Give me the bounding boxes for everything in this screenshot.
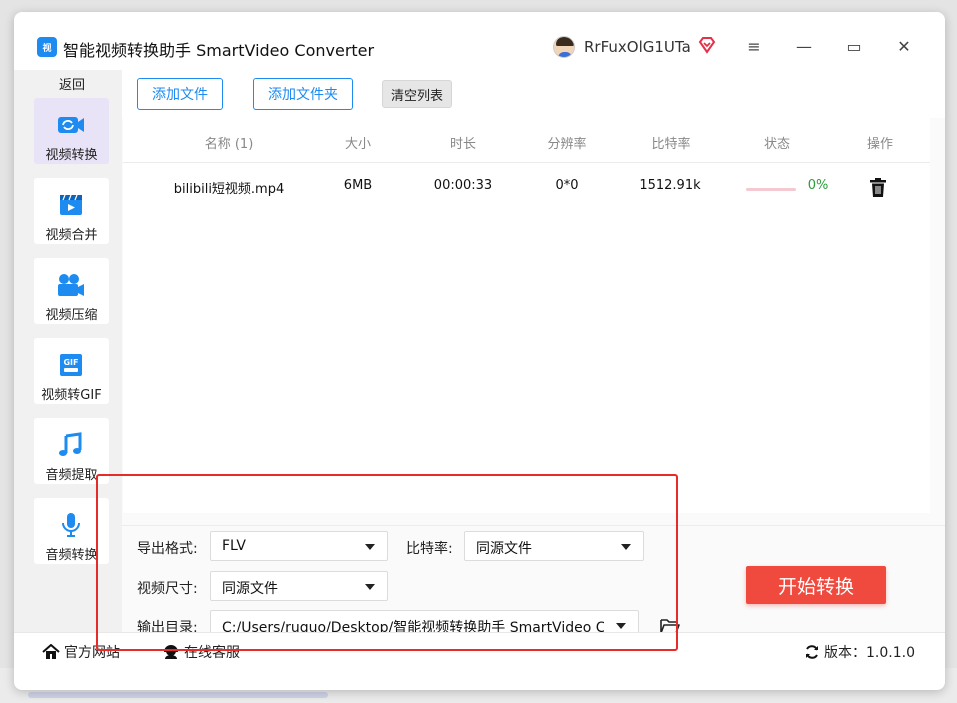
file-duration: 00:00:33 xyxy=(433,178,493,193)
maximize-button[interactable]: ▭ xyxy=(842,34,866,58)
svg-text:GIF: GIF xyxy=(63,358,78,367)
format-select[interactable]: FLV xyxy=(210,531,388,561)
headset-icon xyxy=(164,645,178,659)
sidebar-item-video-convert[interactable]: 视频转换 xyxy=(34,98,109,164)
file-bitrate: 1512.91k xyxy=(639,178,701,193)
online-support-link[interactable]: 在线客服 xyxy=(162,642,240,662)
sidebar-item-label: 音频转换 xyxy=(45,548,98,563)
sidebar-item-video-to-gif[interactable]: GIF 视频转GIF xyxy=(34,338,109,404)
sidebar-item-audio-convert[interactable]: 音频转换 xyxy=(34,498,109,564)
sidebar: 返回 视频转换 视频合并 视频压缩 GIF 视频转GIF 音频提取 音频转换 xyxy=(14,70,122,632)
official-website-label: 官方网站 xyxy=(64,645,120,661)
version-info[interactable]: 版本：1.0.1.0 xyxy=(804,642,915,662)
column-header-status: 状态 xyxy=(763,137,790,152)
username[interactable]: RrFuxOlG1UTa xyxy=(584,38,691,56)
title-bar: 视 智能视频转换助手 SmartVideo Converter RrFuxOlG… xyxy=(14,12,945,70)
column-header-bitrate: 比特率 xyxy=(651,137,691,152)
chevron-down-icon xyxy=(365,544,375,550)
app-window: 视 智能视频转换助手 SmartVideo Converter RrFuxOlG… xyxy=(14,12,945,690)
column-header-name[interactable]: 名称 (1) xyxy=(169,133,289,152)
sidebar-item-video-merge[interactable]: 视频合并 xyxy=(34,178,109,244)
clear-list-button[interactable]: 清空列表 xyxy=(382,80,452,108)
chevron-down-icon xyxy=(616,623,626,629)
sidebar-item-audio-extract[interactable]: 音频提取 xyxy=(34,418,109,484)
sidebar-item-label: 视频转GIF xyxy=(41,388,102,403)
close-button[interactable]: ✕ xyxy=(892,34,916,58)
progress-percent: 0% xyxy=(807,178,829,193)
home-icon xyxy=(42,644,60,659)
sidebar-item-label: 音频提取 xyxy=(45,468,98,483)
chevron-down-icon xyxy=(365,584,375,590)
trash-icon[interactable] xyxy=(869,178,887,198)
bitrate-value: 同源文件 xyxy=(476,541,532,557)
format-label: 导出格式: xyxy=(137,541,198,557)
sidebar-item-label: 视频合并 xyxy=(45,228,98,243)
video-convert-icon xyxy=(58,117,84,133)
table-row[interactable]: bilibili短视频.mp4 6MB 00:00:33 0*0 1512.91… xyxy=(123,164,930,214)
vip-diamond-icon[interactable] xyxy=(698,36,716,54)
back-link[interactable]: 返回 xyxy=(14,74,130,93)
column-header-resolution: 分辨率 xyxy=(547,137,587,152)
toolbar: 添加文件 添加文件夹 清空列表 xyxy=(122,70,945,118)
progress-bar xyxy=(746,188,796,191)
chevron-down-icon xyxy=(621,544,631,550)
menu-button[interactable]: ≡ xyxy=(742,34,766,58)
background-scrollbar xyxy=(28,692,328,698)
official-website-link[interactable]: 官方网站 xyxy=(42,642,120,662)
bitrate-select[interactable]: 同源文件 xyxy=(464,531,644,561)
column-header-actions: 操作 xyxy=(866,137,893,152)
add-file-button[interactable]: 添加文件 xyxy=(137,78,223,110)
start-convert-button[interactable]: 开始转换 xyxy=(746,566,886,604)
file-name: bilibili短视频.mp4 xyxy=(173,182,285,197)
footer: 官方网站 在线客服 版本：1.0.1.0 xyxy=(14,632,945,670)
version-label: 版本：1.0.1.0 xyxy=(824,645,915,661)
sidebar-item-label: 视频压缩 xyxy=(45,308,98,323)
file-resolution: 0*0 xyxy=(555,178,579,193)
file-table: 名称 (1) 大小 时长 分辨率 比特率 状态 操作 bilibili短视频.m… xyxy=(123,118,930,513)
video-merge-icon xyxy=(60,194,82,215)
music-note-icon xyxy=(59,432,82,456)
app-logo-icon: 视 xyxy=(37,37,57,57)
video-size-label: 视频尺寸: xyxy=(137,581,198,597)
column-header-duration: 时长 xyxy=(449,137,476,152)
microphone-icon xyxy=(62,513,80,537)
gif-icon: GIF xyxy=(60,354,82,376)
video-size-select[interactable]: 同源文件 xyxy=(210,571,388,601)
format-value: FLV xyxy=(222,538,246,554)
column-header-size: 大小 xyxy=(344,137,371,152)
add-folder-button[interactable]: 添加文件夹 xyxy=(253,78,353,110)
video-compress-icon xyxy=(58,274,84,296)
bitrate-label: 比特率: xyxy=(406,541,453,557)
refresh-icon xyxy=(806,645,818,659)
table-header: 名称 (1) 大小 时长 分辨率 比特率 状态 操作 xyxy=(123,118,930,163)
sidebar-item-video-compress[interactable]: 视频压缩 xyxy=(34,258,109,324)
sidebar-item-label: 视频转换 xyxy=(45,148,98,163)
avatar[interactable] xyxy=(553,36,575,58)
app-title: 智能视频转换助手 SmartVideo Converter xyxy=(63,41,375,60)
video-size-value: 同源文件 xyxy=(222,581,278,597)
minimize-button[interactable]: — xyxy=(792,34,816,58)
file-size: 6MB xyxy=(343,178,373,193)
online-support-label: 在线客服 xyxy=(184,645,240,661)
main-panel: 添加文件 添加文件夹 清空列表 名称 (1) 大小 时长 分辨率 比特率 状态 … xyxy=(122,70,945,640)
